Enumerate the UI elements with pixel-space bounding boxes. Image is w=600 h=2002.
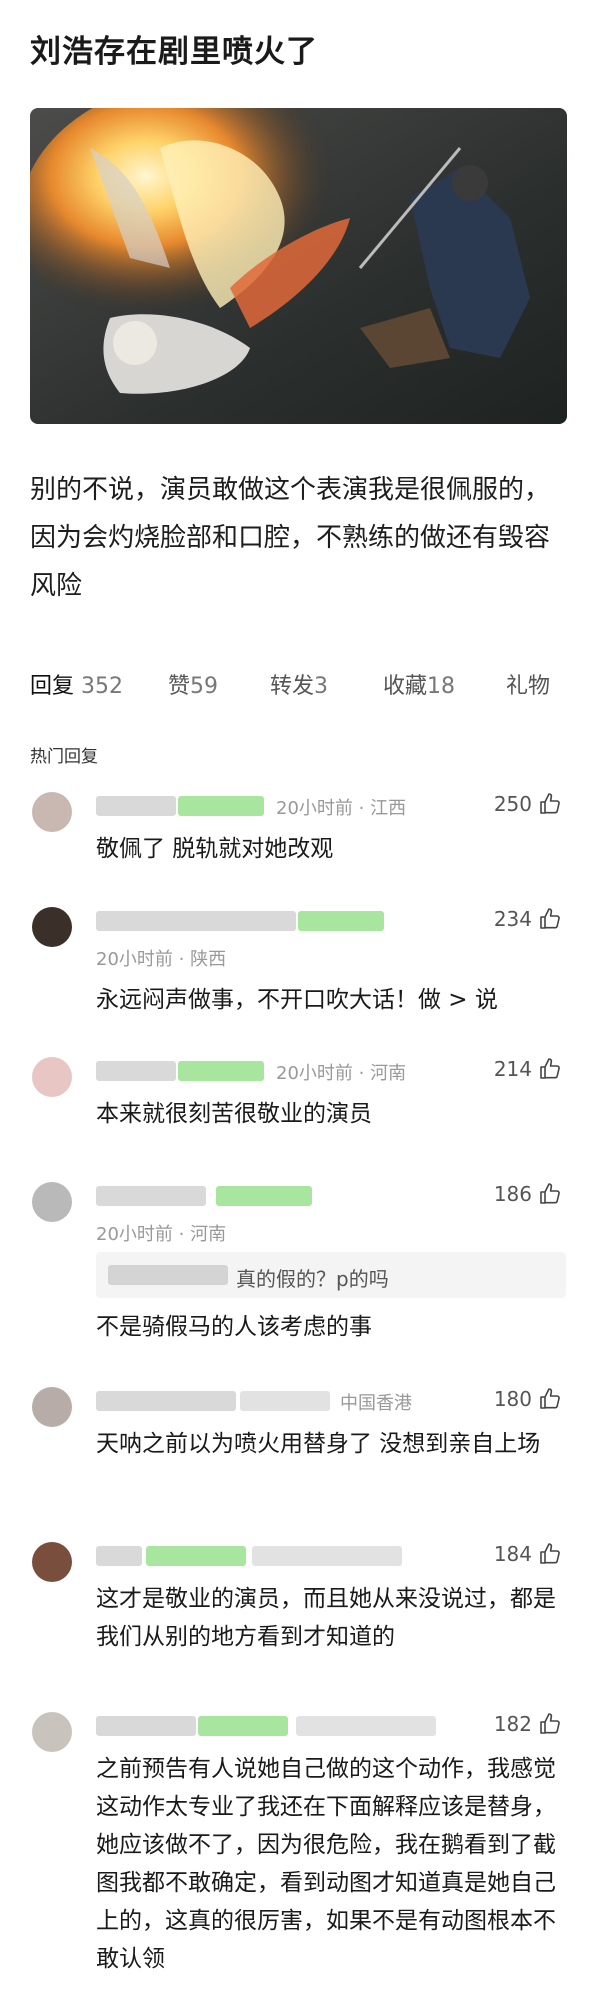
post-body: 别的不说，演员敢做这个表演我是很佩服的，因为会灼烧脸部和口腔，不熟练的做还有毁容… [30,475,551,601]
quoted-text: 真的假的？p的吗 [236,1267,389,1291]
user-tag-blurred [178,796,264,816]
comment-item: 184 这才是敬业的演员，而且她从来没说过，都是我们从别的地方看到才知道的 [0,1540,600,1680]
comment-location: 江西 [370,798,407,819]
like-button[interactable]: 214 [494,1057,562,1081]
comment-text: 之前预告有人说她自己做的这个动作，我感觉这动作太专业了我还在下面解释应该是替身，… [96,1756,556,1972]
comment-text: 这才是敬业的演员，而且她从来没说过，都是我们从别的地方看到才知道的 [96,1586,556,1650]
thumbs-up-icon [540,1388,560,1409]
like-count: 214 [493,1057,532,1081]
user-tag-blurred [178,1061,264,1081]
username-blurred[interactable] [96,796,176,816]
tab-label: 礼物 [506,674,551,699]
hot-replies-heading: 热门回复 [30,747,98,767]
comment-meta: 20小时前 · 陕西 [96,949,227,970]
thumbs-up-icon [540,1543,560,1564]
tab-replies[interactable]: 回复 352 [30,668,123,700]
avatar[interactable] [32,1387,72,1427]
comment-meta: 中国香港 [340,1389,412,1415]
meta-blurred [252,1546,402,1566]
comment-item: 中国香港 180 天呐之前以为喷火用替身了 没想到亲自上场 [0,1385,600,1525]
like-count: 180 [493,1387,532,1411]
like-button[interactable]: 234 [494,907,562,931]
comment-meta: 20小时前 · 河南 [96,1224,227,1245]
comment-location: 中国香港 [340,1393,412,1414]
comment-time: 20小时前 [276,798,353,819]
tab-count: 352 [81,674,124,699]
avatar[interactable] [32,1057,72,1097]
thumbs-up-icon [540,1713,560,1734]
like-button[interactable]: 182 [494,1712,562,1736]
like-button[interactable]: 180 [494,1387,562,1411]
tab-bar: 回复 352 赞59 转发3 收藏18 礼物 [30,668,600,708]
avatar[interactable] [32,792,72,832]
username-blurred[interactable] [96,1546,142,1566]
user-tag-blurred [240,1391,330,1411]
like-count: 184 [493,1542,532,1566]
quoted-username-blurred [108,1265,228,1285]
tab-label: 转发 [270,674,315,699]
tab-label: 回复 [30,674,75,699]
post-video-image[interactable] [30,108,567,424]
meta-blurred [296,1716,436,1736]
comment-location: 陕西 [190,949,227,970]
like-count: 182 [493,1712,532,1736]
like-button[interactable]: 250 [494,792,562,816]
like-button[interactable]: 186 [494,1182,562,1206]
user-tag-blurred [298,911,384,931]
comment-text: 永远闷声做事，不开口吹大话！做 > 说 [96,987,498,1013]
tab-favorites[interactable]: 收藏18 [383,668,455,700]
user-tag-blurred [198,1716,288,1736]
comment-item: 20小时前 · 江西 250 敬佩了 脱轨就对她改观 [0,790,600,890]
comment-item: 20小时前 · 陕西 234 永远闷声做事，不开口吹大话！做 > 说 [0,905,600,1025]
tab-count: 59 [190,674,219,699]
thumbs-up-icon [540,1058,560,1079]
like-count: 250 [493,792,532,816]
username-blurred[interactable] [96,1061,176,1081]
tab-gifts[interactable]: 礼物 [506,668,550,700]
tab-label: 赞 [168,674,191,699]
username-blurred[interactable] [96,1716,196,1736]
username-blurred[interactable] [96,1186,206,1206]
comment-item: 20小时前 · 河南 186 真的假的？p的吗 不是骑假马的人该考虑的事 [0,1180,600,1360]
thumbs-up-icon [540,1183,560,1204]
avatar[interactable] [32,907,72,947]
username-blurred[interactable] [96,911,296,931]
comment-time: 20小时前 [96,1224,173,1245]
tab-likes[interactable]: 赞59 [168,668,218,700]
like-count: 234 [493,907,532,931]
user-tag-blurred [216,1186,312,1206]
comment-text: 天呐之前以为喷火用替身了 没想到亲自上场 [96,1431,541,1457]
username-blurred[interactable] [96,1391,236,1411]
comment-meta: 20小时前 · 江西 [276,798,407,819]
comment-item: 20小时前 · 河南 214 本来就很刻苦很敬业的演员 [0,1055,600,1155]
comment-item: 182 之前预告有人说她自己做的这个动作，我感觉这动作太专业了我还在下面解释应该… [0,1710,600,2002]
comment-location: 河南 [370,1063,407,1084]
comment-meta: 20小时前 · 河南 [276,1063,407,1084]
tab-label: 收藏 [383,674,428,699]
quoted-reply[interactable]: 真的假的？p的吗 [96,1252,566,1298]
thumbs-up-icon [540,793,560,814]
avatar[interactable] [32,1712,72,1752]
tab-reposts[interactable]: 转发3 [270,668,328,700]
comment-text: 不是骑假马的人该考虑的事 [96,1314,372,1340]
comment-time: 20小时前 [276,1063,353,1084]
comment-text: 本来就很刻苦很敬业的演员 [96,1101,372,1127]
post-title: 刘浩存在剧里喷火了 [30,34,318,70]
tab-count: 3 [314,674,329,699]
comment-text: 敬佩了 脱轨就对她改观 [96,836,334,862]
comment-time: 20小时前 [96,949,173,970]
like-button[interactable]: 184 [494,1542,562,1566]
thumbs-up-icon [540,908,560,929]
comment-location: 河南 [190,1224,227,1245]
user-tag-blurred [146,1546,246,1566]
tab-count: 18 [427,674,456,699]
avatar[interactable] [32,1542,72,1582]
avatar[interactable] [32,1182,72,1222]
like-count: 186 [493,1182,532,1206]
